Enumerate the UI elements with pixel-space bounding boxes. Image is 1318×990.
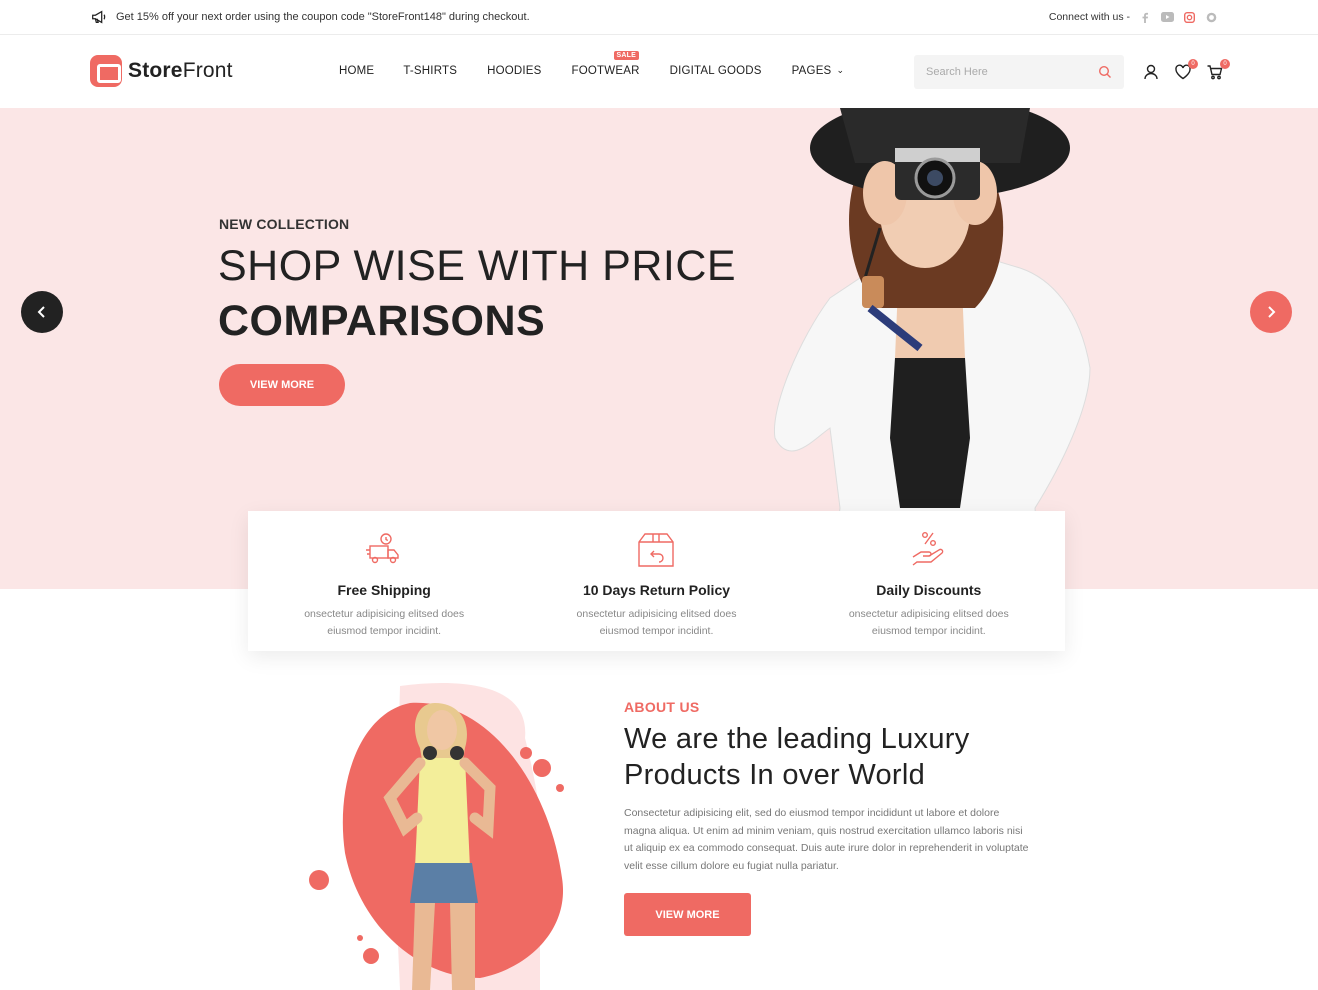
search-box (914, 55, 1124, 89)
delivery-truck-icon (366, 533, 399, 564)
hero-view-more-button[interactable]: VIEW MORE (219, 364, 345, 406)
connect-label: Connect with us - (1048, 11, 1130, 23)
chevron-left-icon (37, 306, 45, 318)
user-icon[interactable] (1142, 63, 1160, 81)
slider-prev-button[interactable] (21, 291, 63, 333)
about-eyebrow: ABOUT US (624, 699, 700, 715)
logo-icon (90, 55, 122, 87)
cart-count-badge: 0 (1220, 59, 1230, 69)
feature-description: onsectetur adipisicing elitsed does eius… (848, 608, 1009, 637)
whatsapp-icon[interactable] (1204, 10, 1218, 24)
social-connect: Connect with us - (1049, 10, 1218, 24)
feature-title: Daily Discounts (876, 582, 982, 598)
feature-title: Free Shipping (337, 582, 431, 598)
megaphone-icon (92, 10, 106, 24)
store-logo[interactable]: StoreFront (90, 55, 233, 87)
logo-text: StoreFront (128, 59, 233, 82)
return-box-icon (638, 533, 675, 567)
hero-headline-line1: SHOP WISE WITH PRICE (218, 242, 737, 290)
promo-text: Get 15% off your next order using the co… (116, 11, 530, 23)
top-bar: Get 15% off your next order using the co… (0, 0, 1318, 35)
nav-pages[interactable]: PAGES ⌄ (792, 65, 845, 77)
search-icon[interactable] (1098, 65, 1112, 79)
main-header: StoreFront HOME T-SHIRTS HOODIES FOOTWEA… (0, 36, 1318, 108)
feature-free-shipping: Free Shipping onsectetur adipisicing eli… (248, 511, 520, 651)
promo-banner: Get 15% off your next order using the co… (90, 8, 530, 26)
instagram-icon[interactable] (1182, 10, 1196, 24)
feature-description: onsectetur adipisicing elitsed does eius… (576, 608, 737, 637)
about-title: We are the leading Luxury Products In ov… (624, 723, 970, 791)
feature-title: 10 Days Return Policy (582, 582, 731, 598)
nav-home[interactable]: HOME (339, 65, 374, 77)
discount-hand-icon (912, 532, 944, 566)
youtube-icon[interactable] (1160, 10, 1174, 24)
hero-eyebrow: NEW COLLECTION (219, 216, 350, 232)
wishlist-count-badge: 0 (1188, 59, 1198, 69)
about-text: Consectetur adipisicing elit, sed do eiu… (624, 807, 1029, 872)
nav-hoodies[interactable]: HOODIES (487, 65, 541, 77)
search-input[interactable] (926, 55, 1096, 89)
nav-t-shirts[interactable]: T-SHIRTS (403, 65, 457, 77)
facebook-icon[interactable] (1138, 10, 1152, 24)
wishlist-icon[interactable]: 0 (1174, 59, 1198, 81)
header-icons: 0 0 (1142, 59, 1230, 81)
chevron-right-icon (1268, 306, 1276, 318)
about-model-image (309, 682, 564, 990)
chevron-down-icon: ⌄ (836, 65, 845, 75)
sale-badge: SALE (613, 51, 640, 60)
about-view-more-button[interactable]: VIEW MORE (624, 893, 751, 936)
feature-daily-discounts: Daily Discounts onsectetur adipisicing e… (793, 511, 1065, 651)
feature-return-policy: 10 Days Return Policy onsectetur adipisi… (520, 511, 792, 651)
main-nav: HOME T-SHIRTS HOODIES FOOTWEAR SALE DIGIT… (339, 51, 845, 77)
hero-headline-line2: COMPARISONS (218, 297, 546, 345)
nav-digital-goods[interactable]: DIGITAL GOODS (670, 65, 762, 77)
feature-description: onsectetur adipisicing elitsed does eius… (304, 608, 465, 637)
features-panel: Free Shipping onsectetur adipisicing eli… (248, 511, 1065, 651)
slider-next-button[interactable] (1250, 291, 1292, 333)
nav-footwear[interactable]: FOOTWEAR SALE (572, 51, 640, 77)
cart-icon[interactable]: 0 (1206, 59, 1230, 81)
